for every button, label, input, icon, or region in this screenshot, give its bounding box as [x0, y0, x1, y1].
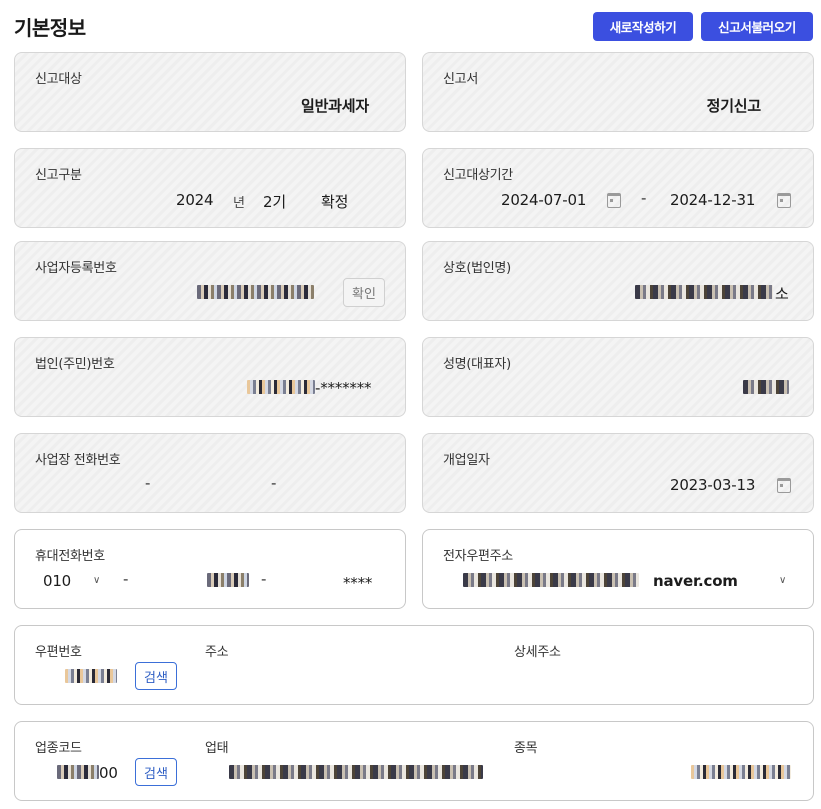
mobile-card: 휴대전화번호 010 ∨ - - **** [14, 529, 406, 609]
opening-date-label: 개업일자 [443, 453, 490, 468]
report-year-unit: 년 [233, 196, 245, 211]
report-status-value: 확정 [321, 193, 349, 211]
company-name-masked-value [635, 285, 773, 299]
report-type-label: 신고구분 [35, 168, 82, 183]
email-domain-select[interactable]: naver.com [653, 572, 738, 590]
report-form-label: 신고서 [443, 72, 478, 87]
period-end-date: 2024-12-31 [670, 191, 756, 209]
chevron-down-icon[interactable]: ∨ [779, 575, 786, 586]
industry-code-label: 업종코드 [35, 741, 82, 756]
confirm-button[interactable]: 확인 [343, 278, 385, 307]
business-phone-sep2: - [271, 474, 277, 492]
address-card: 우편번호 검색 주소 상세주소 [14, 625, 814, 705]
calendar-icon [607, 193, 621, 208]
business-phone-label: 사업장 전화번호 [35, 453, 121, 468]
mobile-last-masked[interactable]: **** [343, 574, 372, 592]
business-phone-sep1: - [145, 474, 151, 492]
page-title: 기본정보 [14, 16, 86, 40]
zip-masked-value [65, 669, 117, 683]
opening-date-card: 개업일자 2023-03-13 [422, 433, 814, 513]
mobile-middle-masked[interactable] [207, 573, 249, 587]
company-name-card: 상호(법인명) 소 [422, 241, 814, 321]
report-period-value: 2기 [263, 193, 286, 211]
company-name-label: 상호(법인명) [443, 261, 511, 276]
load-report-button[interactable]: 신고서불러오기 [701, 12, 813, 41]
company-name-suffix: 소 [775, 285, 789, 303]
calendar-icon [777, 193, 791, 208]
business-no-label: 사업자등록번호 [35, 261, 117, 276]
zip-label: 우편번호 [35, 645, 82, 660]
mobile-sep2: - [261, 570, 267, 588]
report-form-value: 정기신고 [706, 97, 762, 115]
report-type-card: 신고구분 2024 년 2기 확정 [14, 148, 406, 228]
detail-address-label: 상세주소 [514, 645, 561, 660]
business-no-card: 사업자등록번호 확인 [14, 241, 406, 321]
email-label: 전자우편주소 [443, 549, 513, 564]
address-label: 주소 [205, 645, 229, 660]
report-target-card: 신고대상 일반과세자 [14, 52, 406, 132]
period-start-date: 2024-07-01 [501, 191, 587, 209]
corp-no-label: 법인(주민)번호 [35, 357, 115, 372]
business-type-masked-value [229, 765, 483, 779]
representative-masked-value [743, 380, 789, 394]
business-type-label: 업태 [205, 741, 229, 756]
industry-search-button[interactable]: 검색 [135, 758, 177, 786]
email-id-masked[interactable] [463, 573, 639, 587]
report-year-value: 2024 [176, 191, 214, 209]
calendar-icon[interactable] [777, 478, 791, 493]
industry-code-masked [57, 765, 99, 779]
mobile-label: 휴대전화번호 [35, 549, 105, 564]
corp-no-card: 법인(주민)번호 -******* [14, 337, 406, 417]
mobile-prefix-select[interactable]: 010 [43, 572, 71, 590]
corp-no-masked-value [247, 380, 315, 394]
opening-date-value: 2023-03-13 [670, 476, 756, 494]
business-phone-card: 사업장 전화번호 - - [14, 433, 406, 513]
report-period-label: 신고대상기간 [443, 168, 513, 183]
email-card: 전자우편주소 naver.com ∨ [422, 529, 814, 609]
report-target-label: 신고대상 [35, 72, 82, 87]
report-period-card: 신고대상기간 2024-07-01 - 2024-12-31 [422, 148, 814, 228]
business-item-label: 종목 [514, 741, 538, 756]
corp-no-masked-suffix: -******* [315, 379, 372, 397]
industry-code-suffix: 00 [99, 764, 118, 782]
mobile-sep1: - [123, 570, 129, 588]
zip-search-button[interactable]: 검색 [135, 662, 177, 690]
representative-label: 성명(대표자) [443, 357, 511, 372]
business-no-masked-value [197, 285, 314, 299]
industry-card: 업종코드 00 검색 업태 종목 [14, 721, 814, 801]
new-report-button[interactable]: 새로작성하기 [593, 12, 693, 41]
business-item-masked-value [691, 765, 791, 779]
report-target-value: 일반과세자 [300, 97, 369, 115]
period-separator: - [641, 189, 647, 207]
chevron-down-icon[interactable]: ∨ [93, 575, 100, 586]
report-form-card: 신고서 정기신고 [422, 52, 814, 132]
representative-card: 성명(대표자) [422, 337, 814, 417]
